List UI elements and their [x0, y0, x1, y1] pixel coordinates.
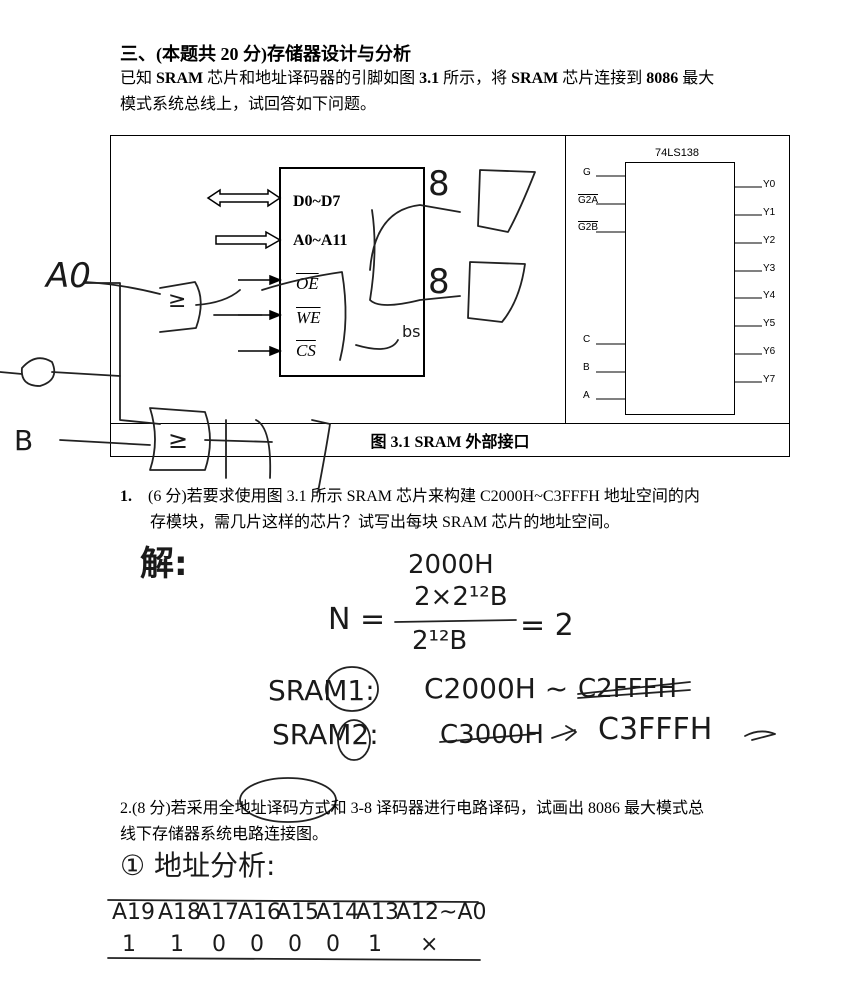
address-value-a13: 1 [368, 932, 382, 957]
handwritten-sram2-label: SRAM2: [272, 718, 379, 751]
q1-line-1: (6 分)若要求使用图 3.1 所示 SRAM 芯片来构建 C2000H~C3F… [148, 488, 700, 505]
handwritten-solution-label: 解: [140, 544, 188, 584]
address-header-a13: A13 [356, 900, 400, 925]
handwritten-sram1-start: C2000H ~ [424, 672, 569, 705]
handwritten-b-label: B [14, 424, 34, 457]
handwritten-sram2-struck: C3000H [440, 720, 544, 750]
address-header-a17: A17 [196, 900, 240, 925]
handwritten-n-equals: N = [328, 602, 386, 637]
address-header-a19: A19 [112, 900, 156, 925]
address-header-a12-a0: A12~A0 [396, 900, 487, 925]
q1-number: 1. [120, 488, 132, 505]
handwritten-fraction-top: 2×2¹²B [414, 582, 508, 612]
address-value-a17: 0 [212, 932, 226, 957]
q1-line-2: 存模块，需几片这样的芯片？试写出每块 SRAM 芯片的地址空间。 [150, 514, 620, 531]
handwritten-fraction-bottom: 2¹²B [412, 626, 468, 656]
address-value-a12-a0: × [420, 932, 439, 957]
address-bus-arrow [215, 230, 282, 250]
handwritten-or-symbol: ≥ [168, 288, 187, 313]
handwritten-note: bs [402, 322, 421, 341]
q2-line-1: 2.(8 分)若采用全地址译码方式和 3-8 译码器进行电路译码，试画出 808… [120, 800, 704, 817]
handwritten-sram1-label: SRAM1: [268, 674, 375, 707]
address-header-a18: A18 [158, 900, 202, 925]
handwritten-fraction-top: 2000H [408, 550, 494, 580]
handwritten-or-symbol: ≥ [168, 426, 189, 454]
handwritten-a0-label: A0 [46, 256, 91, 296]
handwriting-strokes [0, 169, 776, 961]
address-header-a16: A16 [238, 900, 282, 925]
address-value-a16: 0 [250, 932, 264, 957]
handwritten-result: = 2 [520, 608, 574, 643]
handwritten-8-label: 8 [428, 164, 450, 204]
handwritten-8-label: 8 [428, 262, 450, 302]
handwritten-address-title: ① 地址分析: [120, 849, 276, 882]
address-value-a19: 1 [122, 932, 136, 957]
address-value-a15: 0 [288, 932, 302, 957]
decoder-pin-lines [596, 175, 762, 400]
address-value-a14: 0 [326, 932, 340, 957]
data-bus-arrow [206, 188, 282, 208]
address-value-a18: 1 [170, 932, 184, 957]
handwritten-sram1-struck: C2FFFH [578, 674, 678, 704]
address-header-a14: A14 [316, 900, 360, 925]
handwritten-sram2-end: C3FFFH [598, 712, 713, 747]
address-header-a15: A15 [276, 900, 320, 925]
